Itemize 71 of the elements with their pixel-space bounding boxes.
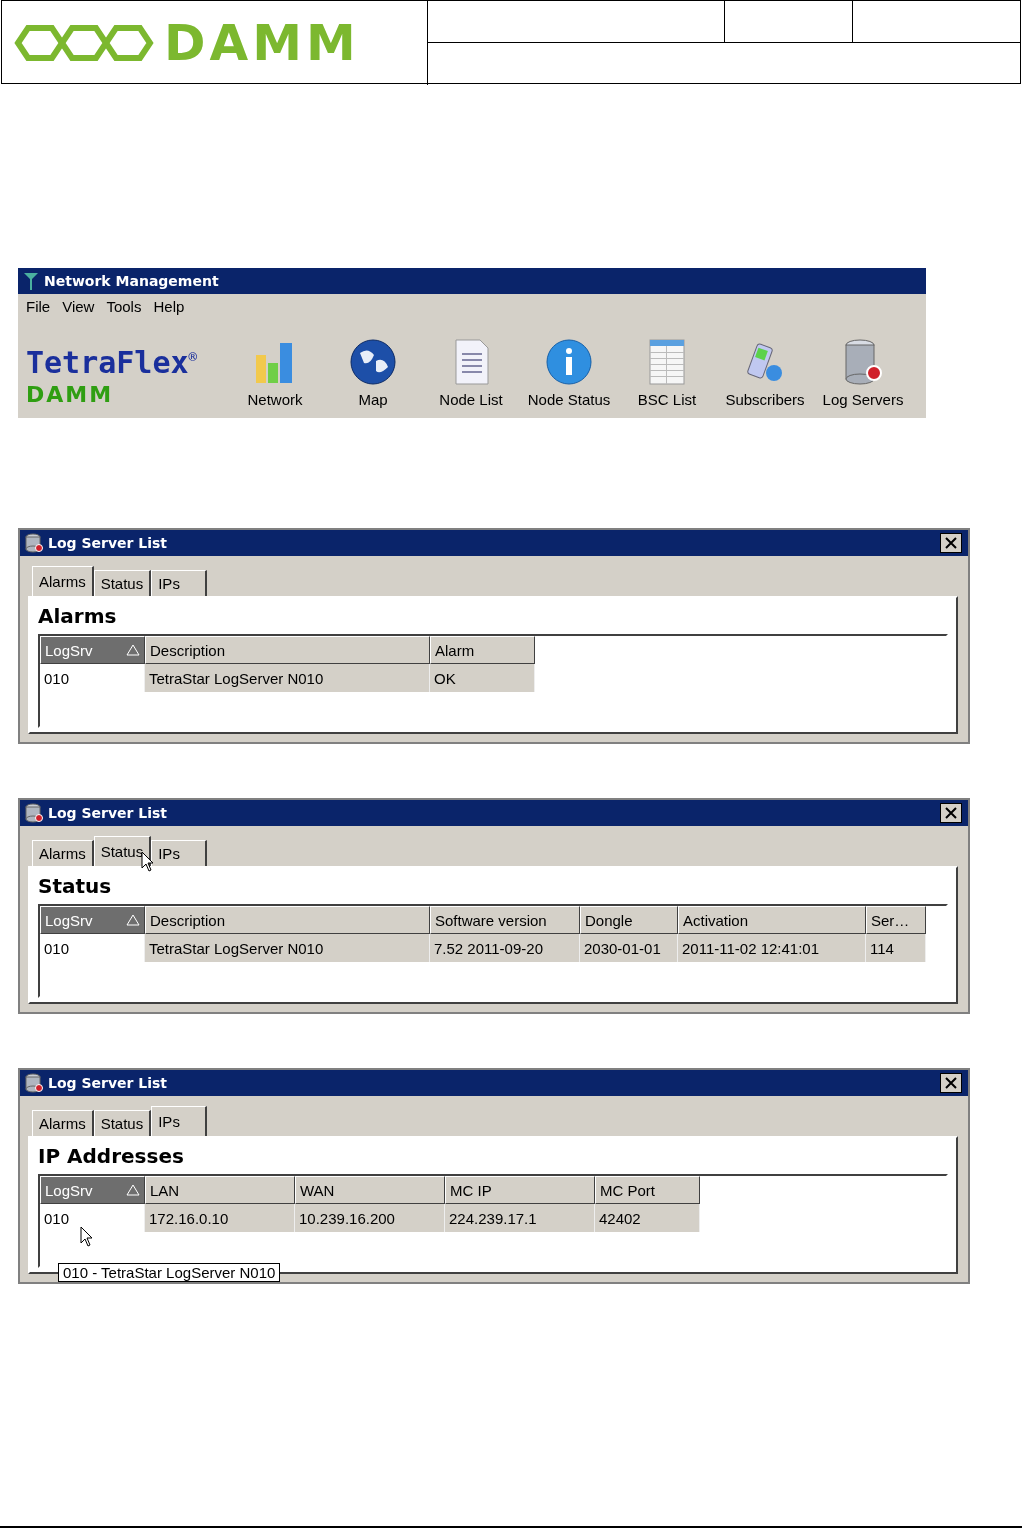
toolbar-button[interactable]: BSC List [618, 337, 716, 408]
close-button[interactable] [940, 1073, 962, 1093]
tab[interactable]: IPs [151, 570, 208, 596]
tooltip: 010 - TetraStar LogServer N010 [58, 1263, 281, 1282]
close-icon [945, 537, 957, 549]
close-icon [945, 807, 957, 819]
table-cell: 10.239.16.200 [295, 1204, 445, 1232]
sort-triangle-icon [126, 644, 140, 656]
column-header[interactable]: Description [145, 636, 430, 664]
table-cell: 2030-01-01 [580, 934, 678, 962]
brand-logo-text: DAMM [26, 384, 115, 406]
sort-triangle-icon [126, 914, 140, 926]
product-logo-text: TetraFlex$^{®}$ [26, 348, 198, 378]
tab[interactable]: Alarms [32, 566, 94, 596]
column-header[interactable]: Dongle [580, 906, 678, 934]
toolbar-button[interactable]: Map [324, 337, 422, 408]
tab[interactable]: Status [93, 570, 152, 596]
tab[interactable]: IPs [151, 1106, 208, 1136]
column-header[interactable]: LogSrv [40, 906, 145, 934]
close-button[interactable] [940, 533, 962, 553]
column-header[interactable]: Description [145, 906, 430, 934]
table-cell: 7.52 2011-09-20 [430, 934, 580, 962]
database-icon [24, 533, 44, 553]
close-icon [945, 1077, 957, 1089]
column-header[interactable]: Ser… [866, 906, 926, 934]
toolbar-button[interactable]: Log Servers [814, 337, 912, 408]
menu-item[interactable]: View [58, 298, 99, 315]
window-title: Log Server List [48, 1075, 168, 1091]
column-header[interactable]: Alarm [430, 636, 535, 664]
window-title: Log Server List [48, 805, 168, 821]
section-heading: Alarms [38, 604, 118, 628]
database-icon [24, 803, 44, 823]
column-header[interactable]: MC IP [445, 1176, 595, 1204]
tab[interactable]: IPs [151, 840, 208, 866]
column-header[interactable]: MC Port [595, 1176, 700, 1204]
hexagon-logo-icon [14, 23, 154, 63]
menu-item[interactable]: Help [149, 298, 189, 315]
close-button[interactable] [940, 803, 962, 823]
logo-text: DAMM [164, 18, 360, 68]
table-cell: OK [430, 664, 535, 692]
table-cell: TetraStar LogServer N010 [145, 934, 430, 962]
table-cell: 2011-11-02 12:41:01 [678, 934, 866, 962]
menu-item[interactable]: Tools [102, 298, 146, 315]
tab[interactable]: Alarms [32, 1110, 94, 1136]
menu-item[interactable]: File [22, 298, 55, 315]
toolbar-button[interactable]: Node List [422, 337, 520, 408]
column-header[interactable]: Software version [430, 906, 580, 934]
tab[interactable]: Status [93, 1110, 152, 1136]
sort-triangle-icon [126, 1184, 140, 1196]
table-cell: 114 [866, 934, 926, 962]
toolbar-button[interactable]: Network [226, 337, 324, 408]
table-cell: 224.239.17.1 [445, 1204, 595, 1232]
database-icon [24, 1073, 44, 1093]
column-header[interactable]: LogSrv [40, 1176, 145, 1204]
table-cell: TetraStar LogServer N010 [145, 664, 430, 692]
column-header[interactable]: LogSrv [40, 636, 145, 664]
window-title: Network Management [44, 273, 219, 289]
table-cell: 172.16.0.10 [145, 1204, 295, 1232]
toolbar-button[interactable]: Node Status [520, 337, 618, 408]
info-icon [544, 337, 594, 387]
column-header[interactable]: LAN [145, 1176, 295, 1204]
toolbar-button[interactable]: Subscribers [716, 337, 814, 408]
column-header[interactable]: WAN [295, 1176, 445, 1204]
mouse-pointer-icon [80, 1226, 94, 1248]
section-heading: Status [38, 874, 113, 898]
table-cell: 42402 [595, 1204, 700, 1232]
column-header[interactable]: Activation [678, 906, 866, 934]
globe-icon [348, 337, 398, 387]
section-heading: IP Addresses [38, 1144, 185, 1168]
window-title: Log Server List [48, 535, 168, 551]
tab[interactable]: Alarms [32, 840, 94, 866]
